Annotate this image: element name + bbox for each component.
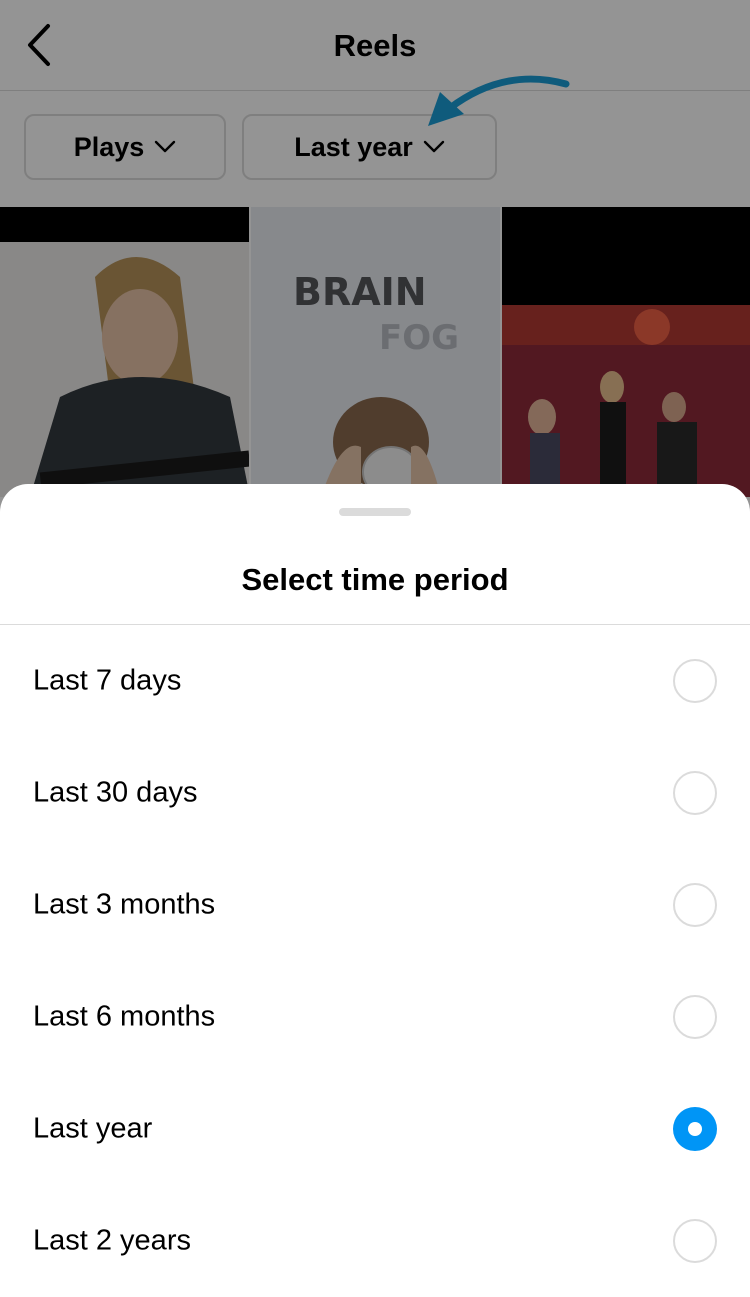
time-period-sheet: Select time period Last 7 days Last 30 d… — [0, 484, 750, 1296]
option-label: Last 2 years — [33, 1224, 191, 1257]
radio-button[interactable] — [673, 771, 717, 815]
radio-button[interactable] — [673, 995, 717, 1039]
radio-button[interactable] — [673, 883, 717, 927]
radio-button[interactable] — [673, 1219, 717, 1263]
app-screen: Reels Plays Last year BRAIN FOG Select t… — [0, 0, 750, 1296]
radio-button-selected[interactable] — [673, 1107, 717, 1151]
option-last-30-days[interactable]: Last 30 days — [0, 737, 750, 849]
option-last-2-years[interactable]: Last 2 years — [0, 1185, 750, 1297]
radio-button[interactable] — [673, 659, 717, 703]
option-label: Last 30 days — [33, 776, 198, 809]
option-last-3-months[interactable]: Last 3 months — [0, 849, 750, 961]
sheet-title: Select time period — [241, 562, 509, 597]
option-last-year[interactable]: Last year — [0, 1073, 750, 1185]
option-label: Last 7 days — [33, 664, 182, 697]
option-label: Last year — [33, 1112, 153, 1145]
option-label: Last 6 months — [33, 1000, 216, 1033]
sheet-grabber[interactable] — [339, 508, 411, 516]
option-last-7-days[interactable]: Last 7 days — [0, 625, 750, 737]
option-last-6-months[interactable]: Last 6 months — [0, 961, 750, 1073]
option-label: Last 3 months — [33, 888, 216, 921]
